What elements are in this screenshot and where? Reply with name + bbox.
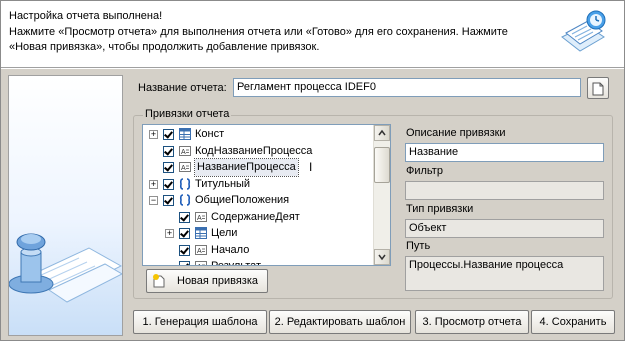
binding-type-field: Объект xyxy=(405,219,604,238)
edit-template-button[interactable]: 2. Редактировать шаблон xyxy=(269,310,411,334)
tree-item-checkbox[interactable] xyxy=(163,129,174,140)
tree-item-label: НазваниеПроцесса xyxy=(194,158,299,177)
svg-text:A: A xyxy=(197,215,202,222)
path-label: Путь xyxy=(406,240,431,252)
browse-button[interactable] xyxy=(587,77,609,99)
tree-item-label: ОбщиеПоложения xyxy=(195,194,290,206)
tree-item-label: Титульный xyxy=(195,177,251,190)
header-banner: Настройка отчета выполнена! Нажмите «Про… xyxy=(1,1,624,68)
tree-item-label: СодержаниеДеят xyxy=(211,210,300,223)
text-field-icon: A xyxy=(179,161,191,173)
svg-text:A: A xyxy=(197,248,202,255)
tree-item-checkbox[interactable] xyxy=(179,261,190,265)
wizard-side-illustration xyxy=(8,75,123,336)
binding-type-label: Тип привязки xyxy=(406,203,474,215)
report-name-input[interactable]: Регламент процесса IDEF0 xyxy=(233,78,581,97)
tree-item-checkbox[interactable] xyxy=(163,162,174,173)
tree-item-label: КодНазваниеПроцесса xyxy=(195,144,313,157)
tree-item-checkbox[interactable] xyxy=(179,211,190,223)
stamp-illustration-icon xyxy=(9,233,122,303)
text-field-icon: A xyxy=(195,244,207,256)
report-name-label: Название отчета: xyxy=(138,82,227,94)
description-input[interactable]: Название xyxy=(405,143,604,162)
expand-icon[interactable]: + xyxy=(165,229,174,238)
chevron-up-icon xyxy=(378,129,386,136)
tree-item-label: Цели xyxy=(211,227,238,239)
tree-item-label: Конст xyxy=(195,128,225,140)
filter-label: Фильтр xyxy=(406,165,443,177)
expand-icon[interactable]: + xyxy=(149,130,158,139)
generate-template-button[interactable]: 1. Генерация шаблона xyxy=(133,310,267,334)
tree-item-checkbox[interactable] xyxy=(179,228,190,239)
svg-text:A: A xyxy=(197,264,202,266)
scroll-down-button[interactable] xyxy=(374,249,390,265)
table-icon xyxy=(179,128,191,140)
header-message: Нажмите «Просмотр отчета» для выполнения… xyxy=(9,26,508,53)
bindings-tree[interactable]: + Конст A КодНазваниеПроцесса A НазваниеПроце… xyxy=(142,124,391,266)
path-field: Процессы.Название процесса xyxy=(405,256,604,291)
chevron-down-icon xyxy=(378,254,386,261)
filter-field xyxy=(405,181,604,200)
tree-item-checkbox[interactable] xyxy=(179,244,190,256)
tree-item-label: Результат xyxy=(211,260,262,266)
text-field-icon: A xyxy=(179,145,191,157)
text-field-icon: A xyxy=(195,211,207,223)
new-binding-label: Новая привязка xyxy=(177,275,259,287)
new-binding-button[interactable]: Новая привязка xyxy=(146,269,268,293)
bracket-icon xyxy=(179,177,191,190)
scroll-up-button[interactable] xyxy=(374,125,390,141)
table-icon xyxy=(195,227,207,239)
header-separator xyxy=(1,68,624,69)
bindings-group-label: Привязки отчета xyxy=(143,108,232,120)
scroll-thumb[interactable] xyxy=(374,147,390,183)
bracket-icon xyxy=(179,194,191,206)
text-field-icon: A xyxy=(195,260,207,266)
tree-item-checkbox[interactable] xyxy=(163,195,174,206)
svg-text:A: A xyxy=(181,149,186,156)
report-settings-icon xyxy=(561,10,606,52)
tree-scrollbar[interactable] xyxy=(373,125,390,265)
new-document-icon xyxy=(153,274,165,288)
header-title: Настройка отчета выполнена! xyxy=(9,10,163,22)
text-cursor-icon: I xyxy=(309,160,313,174)
tree-item-checkbox[interactable] xyxy=(163,178,174,190)
expand-icon[interactable]: + xyxy=(149,179,158,189)
tree-item-checkbox[interactable] xyxy=(163,145,174,157)
tree-item-label: Начало xyxy=(211,243,250,256)
preview-report-button[interactable]: 3. Просмотр отчета xyxy=(415,310,529,334)
save-button[interactable]: 4. Сохранить xyxy=(531,310,615,334)
report-wizard-window: Настройка отчета выполнена! Нажмите «Про… xyxy=(0,0,625,341)
collapse-icon[interactable]: − xyxy=(149,196,158,205)
description-label: Описание привязки xyxy=(406,127,506,139)
svg-text:A: A xyxy=(181,165,186,172)
document-icon xyxy=(592,82,604,96)
